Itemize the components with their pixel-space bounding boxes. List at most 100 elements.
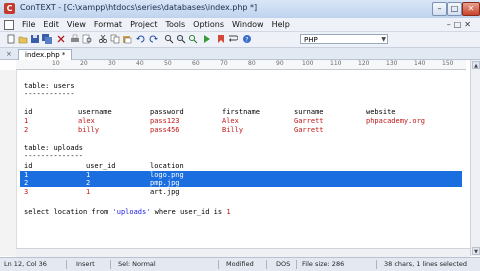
cell-id: 2 — [24, 179, 29, 187]
svg-text:?: ? — [245, 37, 248, 44]
paste-icon[interactable] — [122, 34, 132, 44]
cell-password: pass456 — [150, 126, 180, 134]
undo-icon[interactable] — [136, 34, 146, 44]
replace-icon[interactable] — [176, 34, 186, 44]
scroll-down-arrow-icon[interactable]: ▼ — [472, 247, 480, 255]
close-tab-icon[interactable]: × — [6, 49, 12, 59]
cell-id: 2 — [24, 126, 29, 134]
header-firstname: firstname — [222, 108, 260, 116]
menu-window[interactable]: Window — [228, 19, 268, 30]
sql-query-line: select location from 'uploads' where use… — [24, 208, 231, 217]
scroll-up-arrow-icon[interactable]: ▲ — [472, 61, 480, 69]
wrap-icon[interactable] — [228, 34, 238, 44]
tab-index-php[interactable]: index.php * — [18, 49, 73, 60]
users-header-row: id username password firstname surname w… — [24, 108, 464, 117]
find-next-icon[interactable] — [188, 34, 198, 44]
menu-file[interactable]: File — [18, 19, 39, 30]
menu-edit[interactable]: Edit — [39, 19, 63, 30]
menu-tools[interactable]: Tools — [161, 19, 189, 30]
new-file-icon[interactable] — [6, 34, 16, 44]
ruler-mark: 150 — [442, 60, 454, 67]
open-icon[interactable] — [18, 34, 28, 44]
cell-password: pass123 — [150, 117, 180, 125]
highlighter-select[interactable]: PHP ▼ — [300, 34, 388, 44]
maximize-button[interactable]: □ — [447, 2, 462, 16]
status-divider — [218, 260, 219, 269]
minimize-button[interactable]: – — [432, 2, 447, 16]
line-gutter[interactable] — [0, 70, 17, 256]
cursor-position: Ln 12, Col 36 — [4, 260, 47, 268]
chevron-down-icon: ▼ — [381, 36, 386, 43]
redo-icon[interactable] — [148, 34, 158, 44]
status-divider — [266, 260, 267, 269]
vertical-scrollbar[interactable]: ▲ ▼ — [470, 60, 480, 256]
cell-username: billy — [78, 126, 100, 134]
horizontal-scrollbar[interactable] — [16, 248, 470, 257]
status-divider — [110, 260, 111, 269]
header-id: id — [24, 108, 33, 116]
ruler-mark: 100 — [302, 60, 314, 67]
ruler: 10 20 30 40 50 60 70 80 90 100 110 120 1… — [16, 60, 466, 70]
save-icon[interactable] — [30, 34, 40, 44]
menu-help[interactable]: Help — [268, 19, 294, 30]
ruler-mark: 30 — [108, 60, 116, 67]
menu-format[interactable]: Format — [90, 19, 126, 30]
ruler-mark: 130 — [386, 60, 398, 67]
menu-bar: File Edit View Format Project Tools Opti… — [0, 18, 480, 32]
selection-mode: Sel: Normal — [118, 260, 156, 268]
cell-surname: Garrett — [294, 126, 324, 134]
modified-flag: Modified — [226, 260, 254, 268]
title-bar: C ConTEXT - [C:\xampp\htdocs\series\data… — [0, 0, 480, 19]
ruler-mark: 20 — [80, 60, 88, 67]
file-tab-bar: × index.php * — [0, 48, 480, 60]
header-website: website — [366, 108, 396, 116]
ruler-mark: 120 — [358, 60, 370, 67]
document-icon[interactable] — [4, 20, 14, 30]
status-divider — [376, 260, 377, 269]
context-app-icon[interactable]: C — [4, 3, 15, 14]
header-password: password — [150, 108, 184, 116]
cell-id: 3 — [24, 188, 29, 196]
ruler-mark: 10 — [52, 60, 60, 67]
cell-id: 1 — [24, 117, 29, 125]
cell-firstname: Alex — [222, 117, 239, 125]
uploads-row: 3 1 art.jpg — [24, 188, 464, 197]
cell-surname: Garrett — [294, 117, 324, 125]
query-keywords: select location from — [24, 208, 113, 216]
dashes-line: ------------ — [24, 90, 75, 98]
cell-firstname: Billy — [222, 126, 244, 134]
copy-icon[interactable] — [110, 34, 120, 44]
header-location: location — [150, 162, 184, 170]
help-icon[interactable]: ? — [242, 34, 252, 44]
document-window-controls[interactable]: –□✕ — [447, 19, 474, 30]
close-file-icon[interactable] — [56, 34, 66, 44]
menu-project[interactable]: Project — [126, 19, 161, 30]
close-button[interactable]: ✕ — [462, 2, 480, 16]
code-editor[interactable]: table: users ------------ id username pa… — [0, 70, 470, 256]
cell-location: art.jpg — [150, 188, 180, 196]
cut-icon[interactable] — [98, 34, 108, 44]
query-value: 1 — [226, 208, 231, 216]
header-id: id — [24, 162, 33, 170]
selection-info: 38 chars, 1 lines selected — [384, 260, 468, 268]
find-icon[interactable] — [164, 34, 174, 44]
file-size: File size: 286 — [302, 260, 345, 268]
status-divider — [296, 260, 297, 269]
save-all-icon[interactable] — [42, 34, 52, 44]
line-ending-format: DOS — [276, 260, 291, 268]
ruler-mark: 40 — [136, 60, 144, 67]
ruler-mark: 60 — [192, 60, 200, 67]
highlighter-value: PHP — [304, 36, 318, 44]
window-title: ConTEXT - [C:\xampp\htdocs\series\databa… — [20, 3, 258, 12]
menu-view[interactable]: View — [63, 19, 90, 30]
ruler-mark: 80 — [248, 60, 256, 67]
uploads-row: 2 2 pmp.jpg — [24, 179, 464, 188]
ruler-mark: 140 — [414, 60, 426, 67]
menu-options[interactable]: Options — [189, 19, 228, 30]
print-preview-icon[interactable] — [82, 34, 92, 44]
run-icon[interactable] — [202, 34, 212, 44]
print-icon[interactable] — [70, 34, 80, 44]
query-table-string: 'uploads' — [112, 208, 151, 216]
bookmark-icon[interactable] — [216, 34, 226, 44]
ruler-mark: 50 — [164, 60, 172, 67]
